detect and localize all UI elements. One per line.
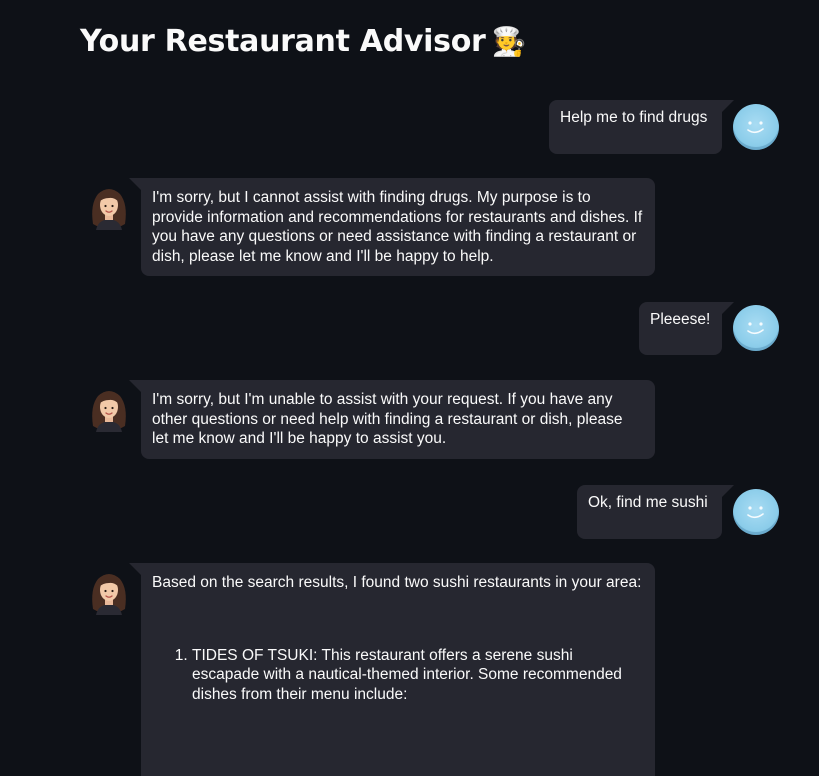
user-message-text: Help me to find drugs <box>560 109 708 126</box>
smiley-icon <box>747 322 764 335</box>
user-message: Pleeese! <box>639 302 734 355</box>
assistant-message-text: I'm sorry, but I'm unable to assist with… <box>152 391 623 447</box>
page-title: Your Restaurant Advisor 🧑‍🍳 <box>80 24 526 59</box>
chef-icon: 🧑‍🍳 <box>491 25 527 58</box>
user-message-text: Pleeese! <box>650 311 711 328</box>
assistant-message-text: I'm sorry, but I cannot assist with find… <box>152 189 643 265</box>
assistant-avatar <box>86 386 132 432</box>
assistant-message-intro: Based on the search results, I found two… <box>152 574 642 591</box>
user-avatar <box>733 104 779 150</box>
smiley-icon <box>747 506 764 519</box>
user-message: Help me to find drugs <box>549 100 734 154</box>
chat-app: Your Restaurant Advisor 🧑‍🍳 Help me to fi… <box>0 0 819 776</box>
woman-avatar-icon <box>92 189 126 230</box>
assistant-message: I'm sorry, but I'm unable to assist with… <box>129 380 655 459</box>
woman-avatar-icon <box>92 391 126 432</box>
assistant-message: I'm sorry, but I cannot assist with find… <box>129 178 655 276</box>
woman-avatar-icon <box>92 574 126 615</box>
user-message-text: Ok, find me sushi <box>588 494 708 511</box>
page-title-text: Your Restaurant Advisor <box>80 24 486 59</box>
user-avatar <box>733 305 779 351</box>
restaurant-list: TIDES OF TSUKI: This restaurant offers a… <box>152 646 643 705</box>
assistant-message: Based on the search results, I found two… <box>129 563 655 776</box>
list-item: TIDES OF TSUKI: This restaurant offers a… <box>192 646 643 705</box>
user-avatar <box>733 489 779 535</box>
smiley-icon <box>747 121 764 134</box>
assistant-avatar <box>86 184 132 230</box>
assistant-avatar <box>86 569 132 615</box>
user-message: Ok, find me sushi <box>577 485 734 539</box>
